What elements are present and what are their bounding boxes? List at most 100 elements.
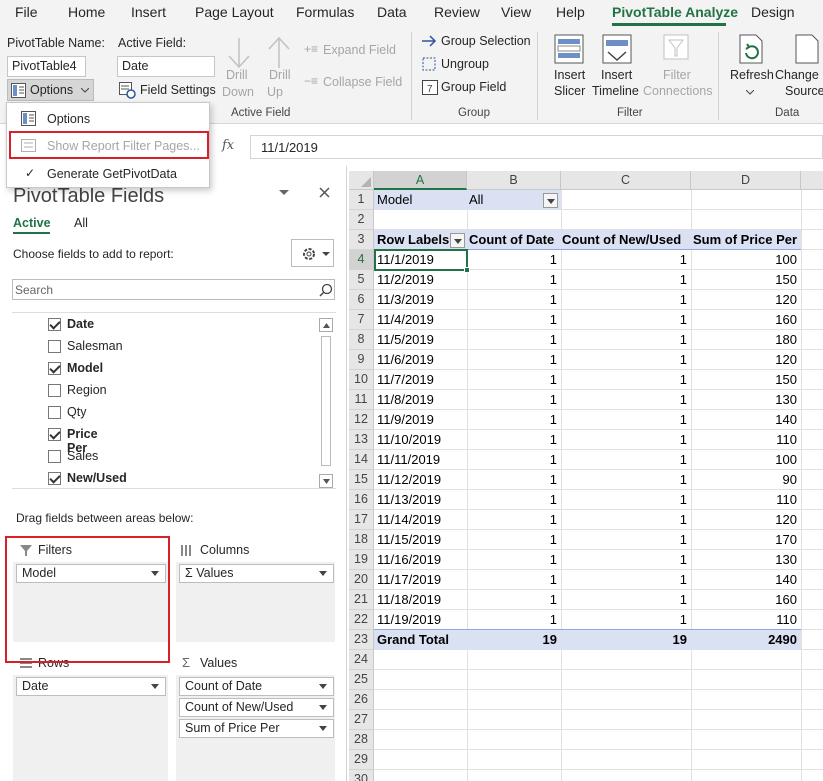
group-field-button[interactable]: 7 Group Field [421, 79, 511, 97]
values-item-sum-of-price-per[interactable]: Sum of Price Per [179, 719, 334, 738]
row-header[interactable]: 2 [349, 210, 374, 230]
count-of-date-cell[interactable]: 1 [467, 310, 561, 330]
sum-of-price-per-cell[interactable]: 170 [691, 530, 801, 550]
sum-of-price-per-cell[interactable]: 160 [691, 590, 801, 610]
count-of-date-cell[interactable]: 1 [467, 510, 561, 530]
header-sum-of-price-per[interactable]: Sum of Price Per [693, 230, 801, 250]
pane-splitter[interactable] [346, 166, 347, 781]
sum-of-price-per-cell[interactable]: 150 [691, 370, 801, 390]
worksheet-grid[interactable]: A B C D 1 2 3 4 5 6 7 8 9 10 11 12 13 14 15 16 17 18 19 20 2… [349, 171, 823, 781]
report-filter-value[interactable]: All [469, 190, 539, 210]
filter-connections-button[interactable]: Filter Connections [643, 32, 713, 102]
checkbox-region[interactable] [48, 384, 61, 397]
row-header[interactable]: 12 [349, 410, 374, 430]
formula-input[interactable]: 11/1/2019 [250, 135, 823, 159]
count-of-date-cell[interactable]: 1 [467, 350, 561, 370]
row-header[interactable]: 14 [349, 450, 374, 470]
row-label-cell[interactable]: 11/7/2019 [377, 370, 465, 390]
pane-options-chevron-icon[interactable] [279, 190, 289, 196]
sum-of-price-per-cell[interactable]: 90 [691, 470, 801, 490]
values-item-count-of-new-used[interactable]: Count of New/Used [179, 698, 334, 717]
row-header[interactable]: 24 [349, 650, 374, 670]
menu-item-options[interactable]: Options [7, 106, 209, 132]
rows-drop-area[interactable]: Date [13, 675, 168, 781]
grand-total-sum-of-price-per[interactable]: 2490 [691, 630, 801, 650]
row-label-cell[interactable]: 11/8/2019 [377, 390, 465, 410]
column-header-e[interactable] [801, 171, 823, 190]
sum-of-price-per-cell[interactable]: 150 [691, 270, 801, 290]
row-header[interactable]: 9 [349, 350, 374, 370]
count-of-date-cell[interactable]: 1 [467, 430, 561, 450]
tab-insert[interactable]: Insert [131, 4, 166, 20]
row-header[interactable]: 27 [349, 710, 374, 730]
row-label-cell[interactable]: 11/14/2019 [377, 510, 465, 530]
row-label-cell[interactable]: 11/18/2019 [377, 590, 465, 610]
count-of-date-cell[interactable]: 1 [467, 330, 561, 350]
collapse-field-button[interactable]: −≡ Collapse Field [304, 74, 404, 92]
count-of-new-used-cell[interactable]: 1 [561, 290, 691, 310]
count-of-new-used-cell[interactable]: 1 [561, 490, 691, 510]
row-labels-filter-button[interactable] [450, 233, 465, 248]
grand-total-count-of-date[interactable]: 19 [467, 630, 561, 650]
checkbox-salesman[interactable] [48, 340, 61, 353]
row-label-cell[interactable]: 11/3/2019 [377, 290, 465, 310]
scroll-down-button[interactable] [319, 474, 333, 488]
row-header[interactable]: 18 [349, 530, 374, 550]
row-header[interactable]: 17 [349, 510, 374, 530]
count-of-date-cell[interactable]: 1 [467, 610, 561, 630]
column-header-a[interactable]: A [374, 171, 467, 190]
sum-of-price-per-cell[interactable]: 100 [691, 450, 801, 470]
tab-home[interactable]: Home [68, 4, 105, 20]
row-header[interactable]: 7 [349, 310, 374, 330]
tab-data[interactable]: Data [377, 4, 407, 20]
row-header[interactable]: 30 [349, 770, 374, 781]
tab-all[interactable]: All [74, 216, 88, 230]
field-settings-button[interactable]: Field Settings [119, 82, 217, 100]
count-of-date-cell[interactable]: 1 [467, 530, 561, 550]
close-icon[interactable] [319, 187, 330, 198]
count-of-new-used-cell[interactable]: 1 [561, 350, 691, 370]
ungroup-button[interactable]: Ungroup [421, 56, 501, 74]
row-label-cell[interactable]: 11/13/2019 [377, 490, 465, 510]
count-of-date-cell[interactable]: 1 [467, 250, 561, 270]
checkbox-price-per[interactable] [48, 428, 61, 441]
select-all-corner[interactable] [349, 171, 374, 190]
row-label-cell[interactable]: 11/19/2019 [377, 610, 465, 630]
count-of-new-used-cell[interactable]: 1 [561, 390, 691, 410]
count-of-date-cell[interactable]: 1 [467, 450, 561, 470]
columns-drop-area[interactable]: Σ Values [176, 562, 335, 642]
columns-item-values[interactable]: Σ Values [179, 564, 334, 583]
row-label-cell[interactable]: 11/5/2019 [377, 330, 465, 350]
active-field-input[interactable]: Date [117, 56, 215, 77]
count-of-date-cell[interactable]: 1 [467, 470, 561, 490]
tab-active[interactable]: Active [13, 216, 51, 230]
report-filter-field-label[interactable]: Model [377, 190, 465, 210]
count-of-new-used-cell[interactable]: 1 [561, 330, 691, 350]
count-of-new-used-cell[interactable]: 1 [561, 250, 691, 270]
tab-design[interactable]: Design [751, 4, 795, 20]
row-label-cell[interactable]: 11/10/2019 [377, 430, 465, 450]
count-of-new-used-cell[interactable]: 1 [561, 430, 691, 450]
field-list-settings-button[interactable] [291, 239, 334, 267]
insert-slicer-button[interactable]: Insert Slicer [547, 32, 591, 102]
count-of-date-cell[interactable]: 1 [467, 550, 561, 570]
sum-of-price-per-cell[interactable]: 180 [691, 330, 801, 350]
tab-formulas[interactable]: Formulas [296, 4, 354, 20]
row-label-cell[interactable]: 11/9/2019 [377, 410, 465, 430]
fill-handle[interactable] [464, 267, 470, 273]
options-button[interactable]: Options [7, 79, 94, 101]
row-header[interactable]: 4 [349, 250, 374, 270]
count-of-date-cell[interactable]: 1 [467, 370, 561, 390]
count-of-new-used-cell[interactable]: 1 [561, 530, 691, 550]
tab-help[interactable]: Help [556, 4, 585, 20]
scroll-up-button[interactable] [319, 318, 333, 332]
sum-of-price-per-cell[interactable]: 140 [691, 570, 801, 590]
row-header[interactable]: 22 [349, 610, 374, 630]
sum-of-price-per-cell[interactable]: 120 [691, 510, 801, 530]
row-header[interactable]: 15 [349, 470, 374, 490]
column-header-c[interactable]: C [561, 171, 691, 190]
row-label-cell[interactable]: 11/11/2019 [377, 450, 465, 470]
row-header[interactable]: 26 [349, 690, 374, 710]
rows-item-date[interactable]: Date [16, 677, 166, 696]
row-label-cell[interactable]: 11/2/2019 [377, 270, 465, 290]
